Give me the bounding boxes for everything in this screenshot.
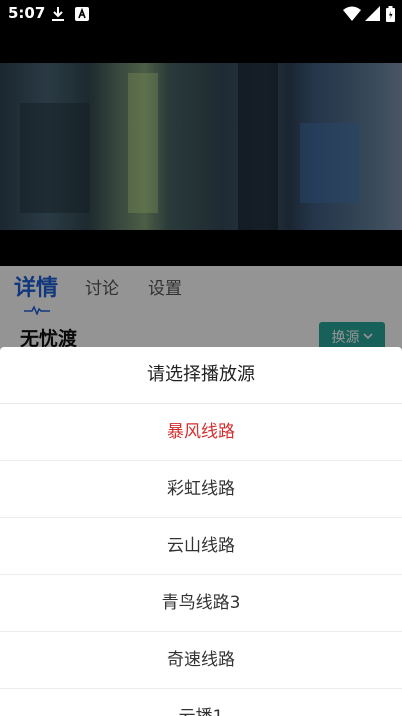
source-option[interactable]: 云山线路 [0, 518, 402, 575]
source-option[interactable]: 青鸟线路3 [0, 575, 402, 632]
font-a-icon [75, 6, 89, 25]
source-picker-sheet: 请选择播放源 暴风线路 彩虹线路 云山线路 青鸟线路3 奇速线路 云播1 [0, 347, 402, 716]
source-option[interactable]: 暴风线路 [0, 404, 402, 461]
signal-icon [365, 6, 380, 25]
download-icon [51, 6, 65, 26]
wifi-icon [343, 6, 361, 25]
app-screen: 5:07 详情 讨论 设置 无忧渡 换源 请选择播放源 暴风线路 彩虹线路 云山… [0, 0, 402, 716]
video-player[interactable] [0, 28, 402, 266]
source-option[interactable]: 奇速线路 [0, 632, 402, 689]
video-frame[interactable] [0, 63, 402, 230]
status-time: 5:07 [8, 4, 46, 22]
source-option[interactable]: 云播1 [0, 689, 402, 716]
battery-icon [386, 6, 395, 26]
source-option[interactable]: 彩虹线路 [0, 461, 402, 518]
sheet-title: 请选择播放源 [0, 347, 402, 404]
status-bar: 5:07 [0, 0, 402, 28]
